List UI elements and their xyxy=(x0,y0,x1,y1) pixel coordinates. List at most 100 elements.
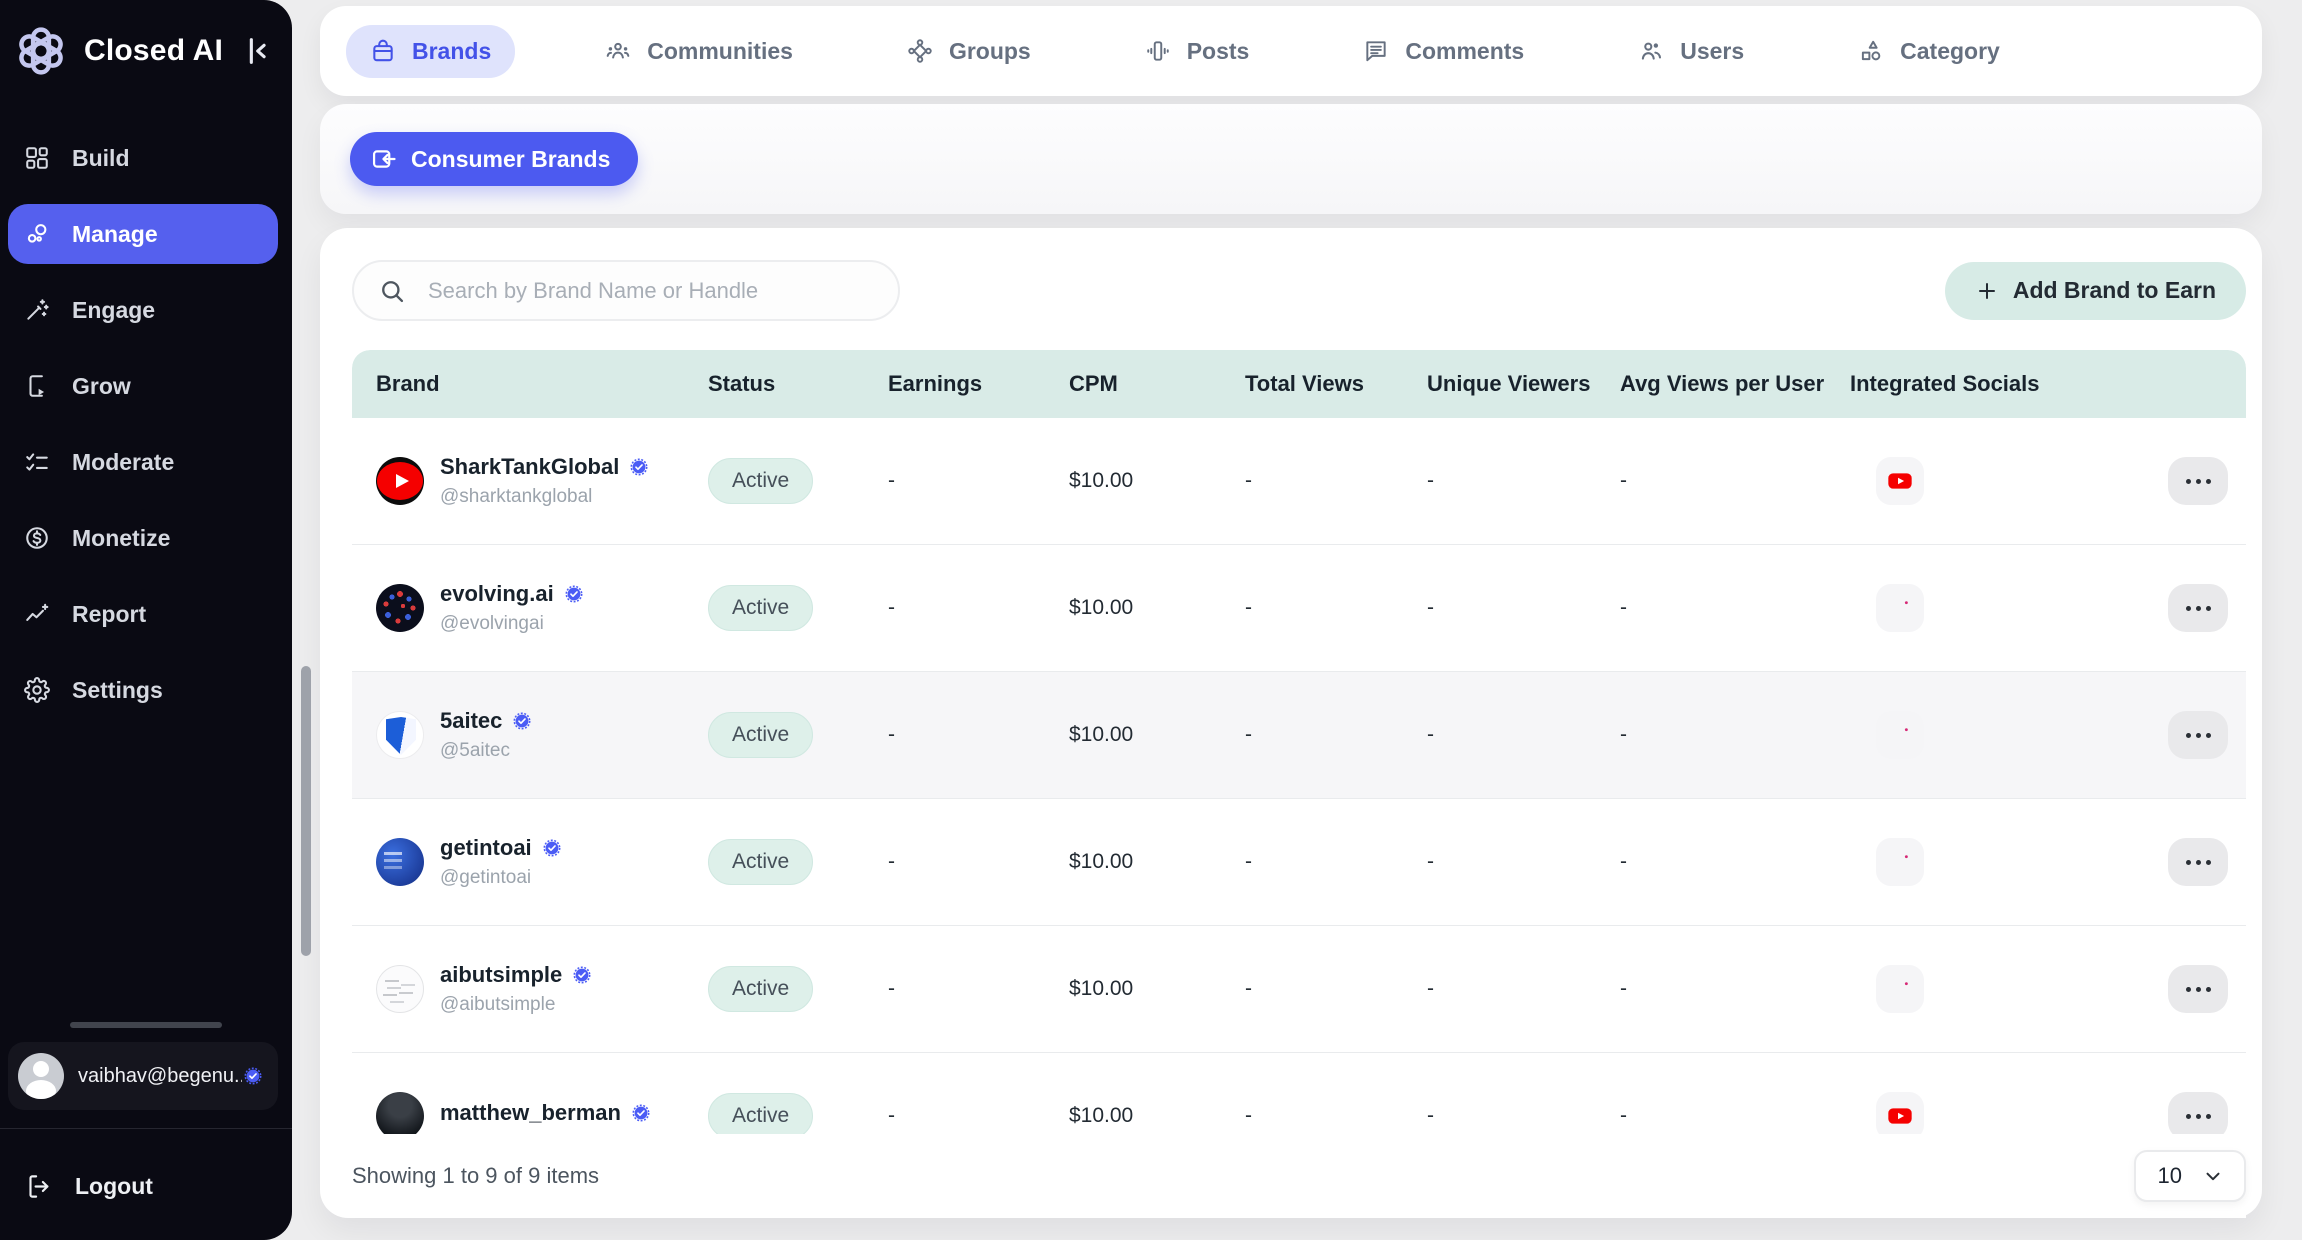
table-header: Brand Status Earnings CPM Total Views Un… xyxy=(352,350,2246,418)
row-actions-button[interactable] xyxy=(2168,584,2228,632)
instagram-icon xyxy=(1876,965,1924,1013)
table-row: aibutsimple @aibutsimple Active - $10.00… xyxy=(352,926,2246,1053)
row-actions-button[interactable] xyxy=(2168,1092,2228,1134)
sidebar-item-moderate[interactable]: Moderate xyxy=(8,432,278,492)
tab-label: Comments xyxy=(1405,38,1524,65)
table-row: SharkTankGlobal @sharktankglobal Active … xyxy=(352,418,2246,545)
cpm-value: $10.00 xyxy=(1045,469,1221,493)
verified-badge-icon xyxy=(630,1102,652,1124)
verified-badge-icon xyxy=(541,837,563,859)
unique-viewers-value: - xyxy=(1403,850,1596,874)
nodes-icon xyxy=(24,221,50,247)
sidebar-item-label: Moderate xyxy=(72,449,174,476)
column-header-unique-viewers: Unique Viewers xyxy=(1403,371,1596,397)
status-badge: Active xyxy=(708,1093,813,1134)
consumer-brands-button[interactable]: Consumer Brands xyxy=(350,132,638,186)
unique-viewers-value: - xyxy=(1403,723,1596,747)
table-footer: Showing 1 to 9 of 9 items 10 xyxy=(352,1134,2246,1218)
total-views-value: - xyxy=(1221,850,1403,874)
avg-views-per-user-value: - xyxy=(1596,596,1826,620)
tab-label: Users xyxy=(1680,38,1744,65)
sidebar-item-grow[interactable]: Grow xyxy=(8,356,278,416)
collapse-sidebar-icon[interactable] xyxy=(240,34,274,68)
cpm-value: $10.00 xyxy=(1045,1104,1221,1128)
brand-name: SharkTankGlobal xyxy=(440,454,619,480)
users-icon xyxy=(1638,38,1664,64)
cpm-value: $10.00 xyxy=(1045,723,1221,747)
page-size-select[interactable]: 10 xyxy=(2134,1150,2246,1202)
status-badge: Active xyxy=(708,712,813,758)
brand-handle: @aibutsimple xyxy=(440,994,593,1016)
instagram-icon xyxy=(1876,838,1924,886)
unique-viewers-value: - xyxy=(1403,596,1596,620)
sidebar-item-label: Engage xyxy=(72,297,155,324)
sidebar-item-manage[interactable]: Manage xyxy=(8,204,278,264)
sidebar-item-build[interactable]: Build xyxy=(8,128,278,188)
comment-icon xyxy=(1363,38,1389,64)
earnings-value: - xyxy=(864,469,1045,493)
row-actions-button[interactable] xyxy=(2168,965,2228,1013)
consumer-brands-label: Consumer Brands xyxy=(411,146,610,173)
tab-posts[interactable]: Posts xyxy=(1121,25,1274,78)
avg-views-per-user-value: - xyxy=(1596,850,1826,874)
phone-audio-icon xyxy=(1145,38,1171,64)
people-icon xyxy=(605,38,631,64)
phone-play-icon xyxy=(24,373,50,399)
column-header-total-views: Total Views xyxy=(1221,371,1403,397)
logout-button[interactable]: Logout xyxy=(0,1129,292,1240)
instagram-icon xyxy=(1876,711,1924,759)
tab-communities[interactable]: Communities xyxy=(581,25,817,78)
table-row: getintoai @getintoai Active - $10.00 - -… xyxy=(352,799,2246,926)
search-box[interactable] xyxy=(352,260,900,321)
top-tab-bar: Brands Communities Groups Posts xyxy=(320,6,2262,96)
column-header-avg-views-per-user: Avg Views per User xyxy=(1596,371,1826,397)
node-map-icon xyxy=(907,38,933,64)
unique-viewers-value: - xyxy=(1403,977,1596,1001)
sidebar-item-monetize[interactable]: Monetize xyxy=(8,508,278,568)
user-card[interactable]: vaibhav@begenu... xyxy=(8,1042,278,1110)
sidebar-scrollbar-thumb[interactable] xyxy=(301,666,311,956)
sidebar-item-label: Report xyxy=(72,601,146,628)
search-icon xyxy=(378,277,406,305)
tab-brands[interactable]: Brands xyxy=(346,25,515,78)
avg-views-per-user-value: - xyxy=(1596,469,1826,493)
tab-users[interactable]: Users xyxy=(1614,25,1768,78)
verified-badge-icon xyxy=(563,583,585,605)
gear-icon xyxy=(24,677,50,703)
search-input[interactable] xyxy=(428,278,878,304)
brand-avatar xyxy=(376,457,424,505)
table-body: SharkTankGlobal @sharktankglobal Active … xyxy=(352,418,2246,1134)
wallet-arrow-icon xyxy=(370,145,398,173)
earnings-value: - xyxy=(864,1104,1045,1128)
row-actions-button[interactable] xyxy=(2168,711,2228,759)
avg-views-per-user-value: - xyxy=(1596,977,1826,1001)
row-actions-button[interactable] xyxy=(2168,838,2228,886)
row-actions-button[interactable] xyxy=(2168,457,2228,505)
tab-category[interactable]: Category xyxy=(1834,25,2024,78)
youtube-icon xyxy=(1876,457,1924,505)
tab-label: Groups xyxy=(949,38,1031,65)
status-badge: Active xyxy=(708,585,813,631)
tab-comments[interactable]: Comments xyxy=(1339,25,1548,78)
sidebar-item-label: Build xyxy=(72,145,130,172)
sidebar-item-settings[interactable]: Settings xyxy=(8,660,278,720)
verified-badge-icon xyxy=(242,1065,264,1087)
sidebar-item-report[interactable]: Report xyxy=(8,584,278,644)
earnings-value: - xyxy=(864,723,1045,747)
table-toolbar: Add Brand to Earn xyxy=(352,260,2246,321)
add-brand-button[interactable]: Add Brand to Earn xyxy=(1945,262,2246,320)
dollar-circle-icon xyxy=(24,525,50,551)
total-views-value: - xyxy=(1221,977,1403,1001)
sidebar: Closed AI Build Manage xyxy=(0,0,292,1240)
avg-views-per-user-value: - xyxy=(1596,723,1826,747)
tab-groups[interactable]: Groups xyxy=(883,25,1055,78)
status-badge: Active xyxy=(708,458,813,504)
brands-card: Add Brand to Earn Brand Status Earnings … xyxy=(320,228,2262,1218)
earnings-value: - xyxy=(864,977,1045,1001)
verified-badge-icon xyxy=(511,710,533,732)
user-email: vaibhav@begenu... xyxy=(78,1065,242,1088)
grid-icon xyxy=(24,145,50,171)
sidebar-item-label: Monetize xyxy=(72,525,170,552)
brand-name: aibutsimple xyxy=(440,962,562,988)
sidebar-item-engage[interactable]: Engage xyxy=(8,280,278,340)
